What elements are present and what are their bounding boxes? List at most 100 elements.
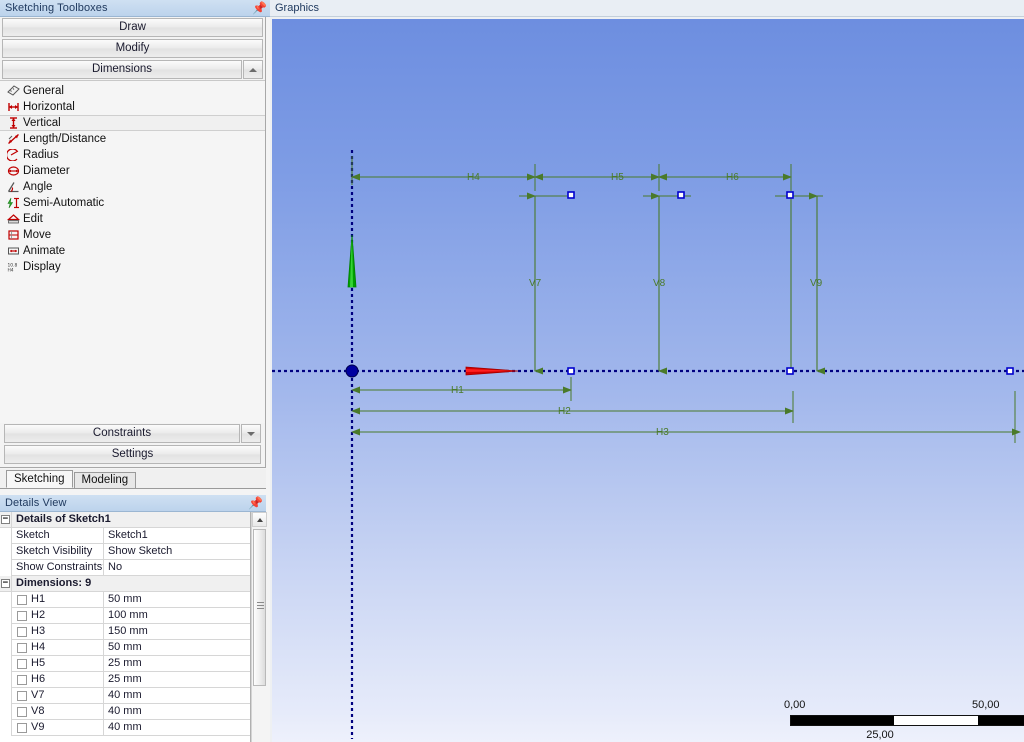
dimension-value[interactable]: 40 mm [104, 720, 250, 736]
dimension-checkbox[interactable] [17, 658, 27, 669]
tool-item-radius[interactable]: Radius [0, 147, 265, 163]
dimension-name: V8 [31, 705, 45, 717]
table-row[interactable]: V8 40 mm [0, 703, 250, 720]
row-indent [0, 607, 12, 624]
tool-item-horizontal[interactable]: Horizontal [0, 99, 265, 115]
sketch-profile-edges [534, 196, 818, 371]
dimension-checkbox[interactable] [17, 626, 27, 637]
dimension-checkbox[interactable] [17, 594, 27, 605]
dimension-name: H6 [31, 673, 46, 685]
dimension-checkbox[interactable] [17, 674, 27, 685]
constraints-expand-button[interactable] [241, 424, 261, 443]
details-group-label: Dimensions: 9 [16, 576, 92, 589]
tab-modeling[interactable]: Modeling [73, 472, 137, 488]
tool-item-diameter-label: Diameter [23, 165, 70, 177]
dimension-checkbox[interactable] [17, 642, 27, 653]
tool-item-edit[interactable]: Edit [0, 211, 265, 227]
tab-sketching[interactable]: Sketching [6, 470, 73, 488]
row-indent [0, 639, 12, 656]
toolbox-section-constraints-label[interactable]: Constraints [4, 424, 240, 443]
row-indent [0, 703, 12, 720]
table-row[interactable]: H2 100 mm [0, 607, 250, 624]
property-name: H4 [12, 639, 104, 656]
pin-icon[interactable]: 📌 [252, 2, 267, 15]
dimension-checkbox[interactable] [17, 706, 27, 717]
graphics-panel: Graphics H4 H5 H6 V7 V8 V9 H1 H2 H3 0,00… [270, 0, 1024, 742]
property-value[interactable]: Show Sketch [104, 544, 250, 560]
diameter-icon [6, 165, 20, 178]
dimension-checkbox[interactable] [17, 610, 27, 621]
row-indent [0, 623, 12, 640]
tool-item-animate[interactable]: Animate [0, 243, 265, 259]
chevron-down-icon [247, 431, 255, 436]
details-group-row[interactable]: − Details of Sketch1 [0, 512, 250, 528]
tool-item-semi-automatic[interactable]: Semi-Automatic [0, 195, 265, 211]
toolbox-section-draw[interactable]: Draw [0, 17, 265, 38]
property-name: V8 [12, 703, 104, 720]
toolbox-section-settings[interactable]: Settings [2, 444, 263, 465]
horizontal-dimension-icon [6, 101, 20, 114]
dimension-label-V8: V8 [653, 278, 666, 289]
tool-item-edit-label: Edit [23, 213, 43, 225]
property-value[interactable]: No [104, 560, 250, 576]
table-row[interactable]: H4 50 mm [0, 639, 250, 656]
tool-item-vertical[interactable]: Vertical [0, 115, 265, 131]
table-row[interactable]: H3 150 mm [0, 623, 250, 640]
property-name: Sketch [12, 527, 104, 544]
details-vertical-scrollbar[interactable] [251, 512, 267, 742]
dimension-label-H3: H3 [656, 427, 669, 438]
edit-dimension-icon [6, 213, 20, 226]
dimension-value[interactable]: 40 mm [104, 704, 250, 720]
tool-item-move[interactable]: Move [0, 227, 265, 243]
dimension-value[interactable]: 25 mm [104, 672, 250, 688]
graphics-canvas[interactable]: H4 H5 H6 V7 V8 V9 H1 H2 H3 0,00 50,00 25… [272, 19, 1024, 742]
tool-item-diameter[interactable]: Diameter [0, 163, 265, 179]
tool-item-general[interactable]: General [0, 83, 265, 99]
dimension-value[interactable]: 100 mm [104, 608, 250, 624]
pin-icon[interactable]: 📌 [248, 497, 263, 510]
dimensions-collapse-button[interactable] [243, 60, 263, 79]
scrollbar-thumb[interactable] [253, 529, 266, 686]
details-group-row[interactable]: − Dimensions: 9 [0, 575, 250, 592]
collapse-toggle-icon[interactable]: − [0, 512, 12, 528]
property-value[interactable]: Sketch1 [104, 528, 250, 544]
toolbox-section-modify-label[interactable]: Modify [2, 39, 263, 58]
collapse-toggle-icon[interactable]: − [0, 575, 12, 592]
scale-mid-label: 25,00 [866, 729, 894, 741]
dimension-H5: H5 [534, 164, 660, 191]
chevron-up-icon [249, 67, 257, 72]
dimension-checkbox[interactable] [17, 690, 27, 701]
dimension-value[interactable]: 40 mm [104, 688, 250, 704]
dimension-H1: H1 [351, 377, 572, 401]
table-row[interactable]: Show Constraints? No [0, 559, 250, 576]
scroll-up-button[interactable] [252, 512, 267, 527]
toolbox-section-modify[interactable]: Modify [0, 38, 265, 59]
table-row[interactable]: Sketch Sketch1 [0, 527, 250, 544]
toolbox-section-dimensions[interactable]: Dimensions [0, 59, 265, 80]
dimension-value[interactable]: 150 mm [104, 624, 250, 640]
toolbox-section-draw-label[interactable]: Draw [2, 18, 263, 37]
dimension-checkbox[interactable] [17, 722, 27, 733]
table-row[interactable]: H6 25 mm [0, 671, 250, 688]
toolbox-section-dimensions-label[interactable]: Dimensions [2, 60, 242, 79]
details-property-grid: − Details of Sketch1 Sketch Sketch1 Sket… [0, 512, 251, 742]
table-row[interactable]: H1 50 mm [0, 591, 250, 608]
toolbox-section-constraints[interactable]: Constraints [2, 423, 263, 444]
toolbox-section-settings-label[interactable]: Settings [4, 445, 261, 464]
table-row[interactable]: Sketch Visibility Show Sketch [0, 543, 250, 560]
dimension-value[interactable]: 25 mm [104, 656, 250, 672]
tool-item-angle[interactable]: Angle [0, 179, 265, 195]
table-row[interactable]: V9 40 mm [0, 719, 250, 736]
sketching-toolboxes-panel: Draw Modify Dimensions General Horizonta… [0, 17, 266, 468]
dimension-value[interactable]: 50 mm [104, 592, 250, 608]
left-panel-column: Sketching Toolboxes 📌 Draw Modify Dimens… [0, 0, 270, 742]
table-row[interactable]: H5 25 mm [0, 655, 250, 672]
dimension-label-H4: H4 [467, 172, 480, 183]
dimension-value[interactable]: 50 mm [104, 640, 250, 656]
origin-point [345, 364, 359, 378]
tool-item-length-distance[interactable]: Length/Distance [0, 131, 265, 147]
table-row[interactable]: V7 40 mm [0, 687, 250, 704]
row-indent [0, 719, 12, 736]
tool-item-display[interactable]: 10.8 H4 Display [0, 259, 265, 275]
svg-text:10.8: 10.8 [7, 262, 17, 268]
